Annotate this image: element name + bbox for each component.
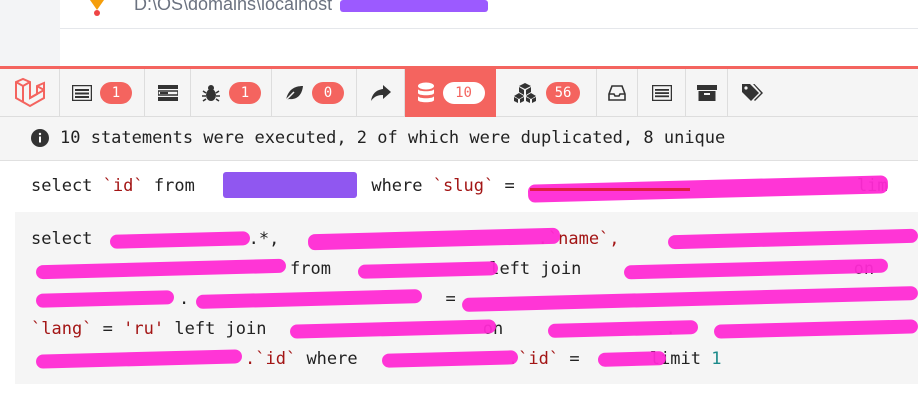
- kw-where: where: [306, 349, 358, 369]
- column-id: `id`: [102, 176, 144, 196]
- tab-tags[interactable]: [728, 69, 776, 117]
- tab-exceptions[interactable]: 1: [191, 69, 272, 117]
- op-eq: =: [504, 176, 515, 196]
- share-icon: [370, 85, 391, 101]
- tab-views[interactable]: 0: [272, 69, 357, 117]
- inbox-icon: [608, 85, 626, 101]
- kw-where: where: [371, 176, 423, 196]
- tab-models[interactable]: 56: [496, 69, 597, 117]
- leaf-icon: [285, 86, 303, 101]
- tab-timeline[interactable]: [145, 69, 191, 117]
- path-redaction: [340, 0, 488, 12]
- info-circle-icon: [31, 129, 49, 147]
- op-eq: =: [102, 319, 113, 339]
- queries-count-badge: 10: [442, 82, 485, 104]
- views-count-badge: 0: [312, 82, 344, 104]
- database-icon: [417, 82, 434, 103]
- column-lang: `lang`: [31, 319, 93, 339]
- timeline-icon: [157, 85, 178, 101]
- queries-summary: 10 statements were executed, 2 of which …: [0, 117, 918, 161]
- tags-icon: [742, 84, 763, 101]
- kw-select: select: [31, 229, 93, 249]
- app-logo-icon: [90, 0, 104, 16]
- op-eq: =: [445, 289, 456, 309]
- redaction-line: [530, 188, 690, 191]
- redaction: [223, 172, 357, 198]
- kw-from: from: [153, 176, 195, 196]
- op-eq: =: [569, 349, 580, 369]
- tab-route[interactable]: [357, 69, 405, 117]
- archive-icon: [696, 85, 717, 101]
- select-star: .*,: [248, 229, 280, 249]
- messages-count-badge: 1: [100, 82, 132, 104]
- list-alt-icon: [651, 85, 672, 101]
- redaction: [597, 351, 667, 367]
- debugbar-tabs: 1 1 0 10 56: [0, 66, 918, 117]
- bug-icon: [202, 85, 220, 102]
- laravel-logo-button[interactable]: [0, 69, 60, 117]
- kw-left-join: left join: [489, 259, 582, 279]
- limit-value: 1: [711, 349, 722, 369]
- laravel-logo-icon: [14, 77, 45, 108]
- value-ru: 'ru': [123, 319, 165, 339]
- tab-queries[interactable]: 10: [405, 69, 496, 117]
- column-id: .`id`: [245, 349, 297, 369]
- models-count-badge: 56: [545, 82, 581, 104]
- header-divider: [60, 28, 918, 29]
- left-gutter: [0, 0, 60, 66]
- cubes-icon: [513, 83, 536, 103]
- kw-from: from: [290, 259, 331, 279]
- dot: .: [179, 289, 190, 309]
- tab-request[interactable]: [638, 69, 686, 117]
- tab-mails[interactable]: [597, 69, 638, 117]
- tab-session[interactable]: [686, 69, 728, 117]
- kw-left-join: left join: [174, 319, 267, 339]
- exceptions-count-badge: 1: [229, 82, 261, 104]
- project-path: D:\OS\domains\localhost: [134, 0, 333, 14]
- summary-text: 10 statements were executed, 2 of which …: [60, 128, 726, 148]
- list-icon: [72, 85, 92, 101]
- window-header: D:\OS\domains\localhost: [0, 0, 918, 66]
- tab-messages[interactable]: 1: [60, 69, 145, 117]
- kw-select: select: [31, 176, 93, 196]
- column-slug: `slug`: [432, 176, 495, 196]
